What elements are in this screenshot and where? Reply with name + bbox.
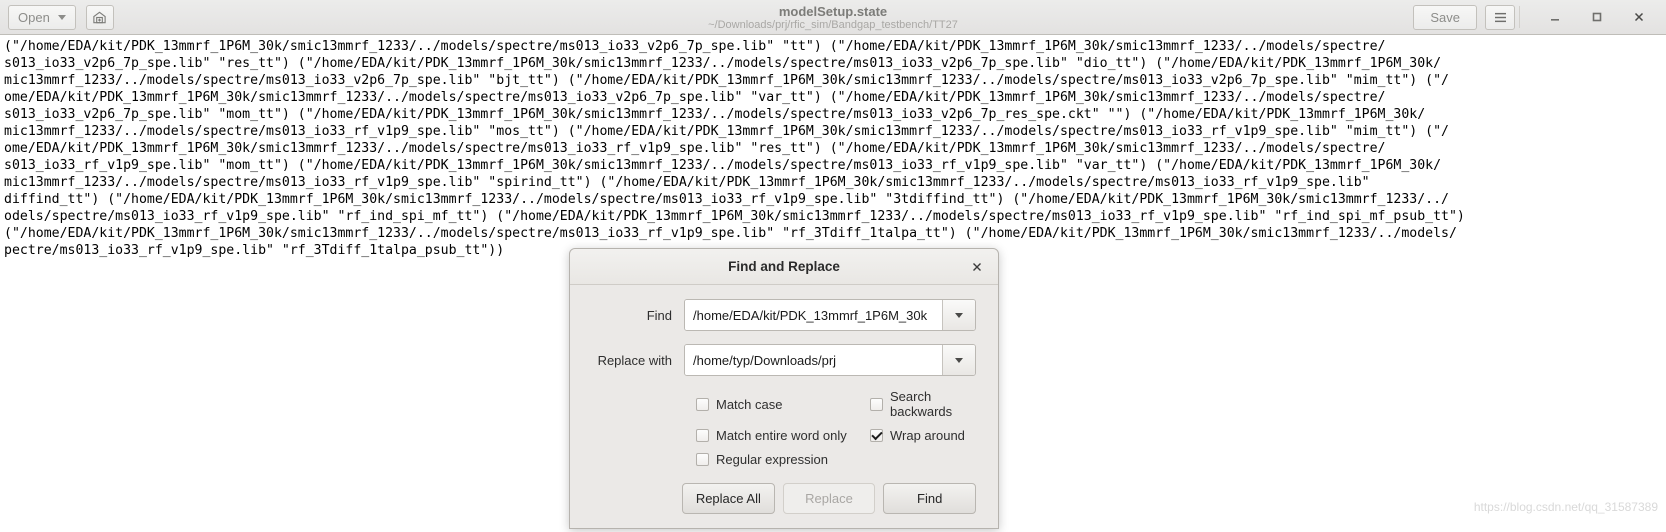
replace-all-button[interactable]: Replace All xyxy=(682,483,775,514)
option-regular-expression[interactable]: Regular expression xyxy=(696,452,870,467)
save-button[interactable]: Save xyxy=(1413,4,1477,30)
find-input[interactable] xyxy=(685,300,942,330)
page-subtitle: ~/Downloads/prj/rfic_sim/Bandgap_testben… xyxy=(708,18,958,31)
watermark: https://blog.csdn.net/qq_31587389 xyxy=(1473,500,1658,514)
option-wrap-around[interactable]: Wrap around xyxy=(870,428,976,443)
save-as-button[interactable] xyxy=(85,4,114,30)
replace-button: Replace xyxy=(782,483,876,514)
close-button[interactable] xyxy=(1618,0,1660,35)
header-bar: Open modelSetup.state ~/Downloads/prj/rf… xyxy=(0,0,1666,35)
main-menu-button[interactable] xyxy=(1485,4,1515,30)
checkbox-match-entire-word-only[interactable] xyxy=(696,429,709,442)
replace-dropdown-button[interactable] xyxy=(942,345,975,375)
option-label: Wrap around xyxy=(890,428,965,443)
maximize-icon xyxy=(1592,12,1602,22)
hamburger-menu-icon xyxy=(1494,12,1506,22)
find-dropdown-button[interactable] xyxy=(942,300,975,330)
option-label: Regular expression xyxy=(716,452,829,467)
chevron-down-icon xyxy=(955,312,963,318)
minimize-button[interactable] xyxy=(1534,0,1576,35)
replace-label: Replace with xyxy=(597,352,672,368)
option-match-case[interactable]: Match case xyxy=(696,389,870,419)
dialog-body: Find Replace with Match case xyxy=(570,285,998,467)
header-right-group: Save xyxy=(1413,0,1666,35)
checkbox-search-backwards[interactable] xyxy=(870,397,883,411)
dialog-header: Find and Replace xyxy=(570,249,998,285)
option-match-entire-word-only[interactable]: Match entire word only xyxy=(696,428,870,443)
dialog-action-bar: Replace All Replace Find xyxy=(570,467,998,528)
chevron-down-icon xyxy=(57,14,66,20)
open-button-label: Open xyxy=(18,9,50,25)
checkbox-wrap-around[interactable] xyxy=(870,429,883,442)
window-controls xyxy=(1534,0,1660,35)
maximize-button[interactable] xyxy=(1576,0,1618,35)
find-button[interactable]: Find xyxy=(883,483,977,514)
options-grid: Match case Search backwards Match entire… xyxy=(696,389,976,467)
replace-input[interactable] xyxy=(685,345,942,375)
page-title: modelSetup.state xyxy=(778,3,888,19)
chevron-down-icon xyxy=(955,357,963,363)
find-and-replace-dialog: Find and Replace Find Replace with xyxy=(569,248,999,529)
replace-combobox[interactable] xyxy=(684,344,976,376)
dialog-close-button[interactable] xyxy=(966,249,988,285)
option-label: Match entire word only xyxy=(716,428,847,443)
save-as-icon xyxy=(93,11,106,23)
find-row: Find xyxy=(584,299,976,331)
dialog-title: Find and Replace xyxy=(728,259,840,274)
checkbox-match-case[interactable] xyxy=(696,397,709,411)
close-icon xyxy=(973,263,981,271)
option-search-backwards[interactable]: Search backwards xyxy=(870,389,976,419)
option-label: Search backwards xyxy=(890,389,953,419)
header-left-group: Open xyxy=(0,4,114,30)
minimize-icon xyxy=(1551,19,1559,21)
open-button[interactable]: Open xyxy=(8,4,76,30)
replace-row: Replace with xyxy=(584,344,976,376)
find-combobox[interactable] xyxy=(684,299,976,331)
editor-content[interactable]: ("/home/EDA/kit/PDK_13mmrf_1P6M_30k/smic… xyxy=(4,38,1662,259)
option-label: Match case xyxy=(716,396,783,412)
header-divider xyxy=(1519,6,1520,28)
checkbox-regular-expression[interactable] xyxy=(696,453,709,466)
close-icon xyxy=(1634,12,1644,22)
find-label: Find xyxy=(646,307,672,323)
